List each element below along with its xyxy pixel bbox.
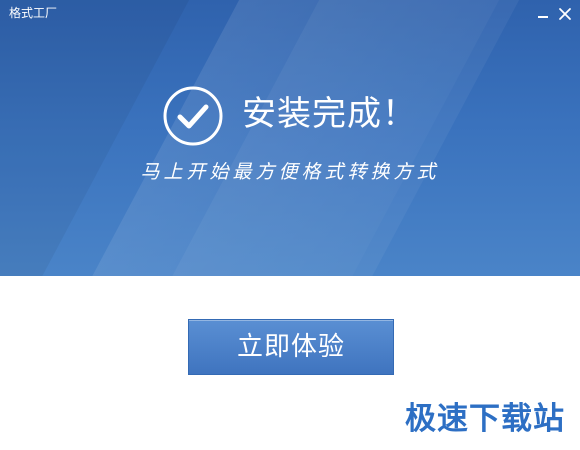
completion-subtitle: 马上开始最方便格式转换方式 (140, 161, 440, 183)
close-icon (559, 8, 571, 20)
title-bar[interactable]: 格式工厂 (0, 0, 580, 28)
completion-banner: 格式工厂 安装完成！ 马上开始最方便格式转换方式 (0, 0, 580, 276)
minimize-button[interactable] (532, 3, 554, 25)
app-title: 格式工厂 (9, 6, 58, 20)
site-watermark: 极速下载站 (405, 401, 565, 437)
start-experience-button[interactable]: 立即体验 (188, 319, 394, 375)
close-button[interactable] (554, 3, 576, 25)
completion-heading: 安装完成！ (242, 94, 417, 134)
minimize-icon (538, 16, 548, 18)
installer-window: 格式工厂 安装完成！ 马上开始最方便格式转换方式 立即体验 极速下载站 (0, 0, 580, 450)
check-circle-icon (162, 85, 224, 147)
